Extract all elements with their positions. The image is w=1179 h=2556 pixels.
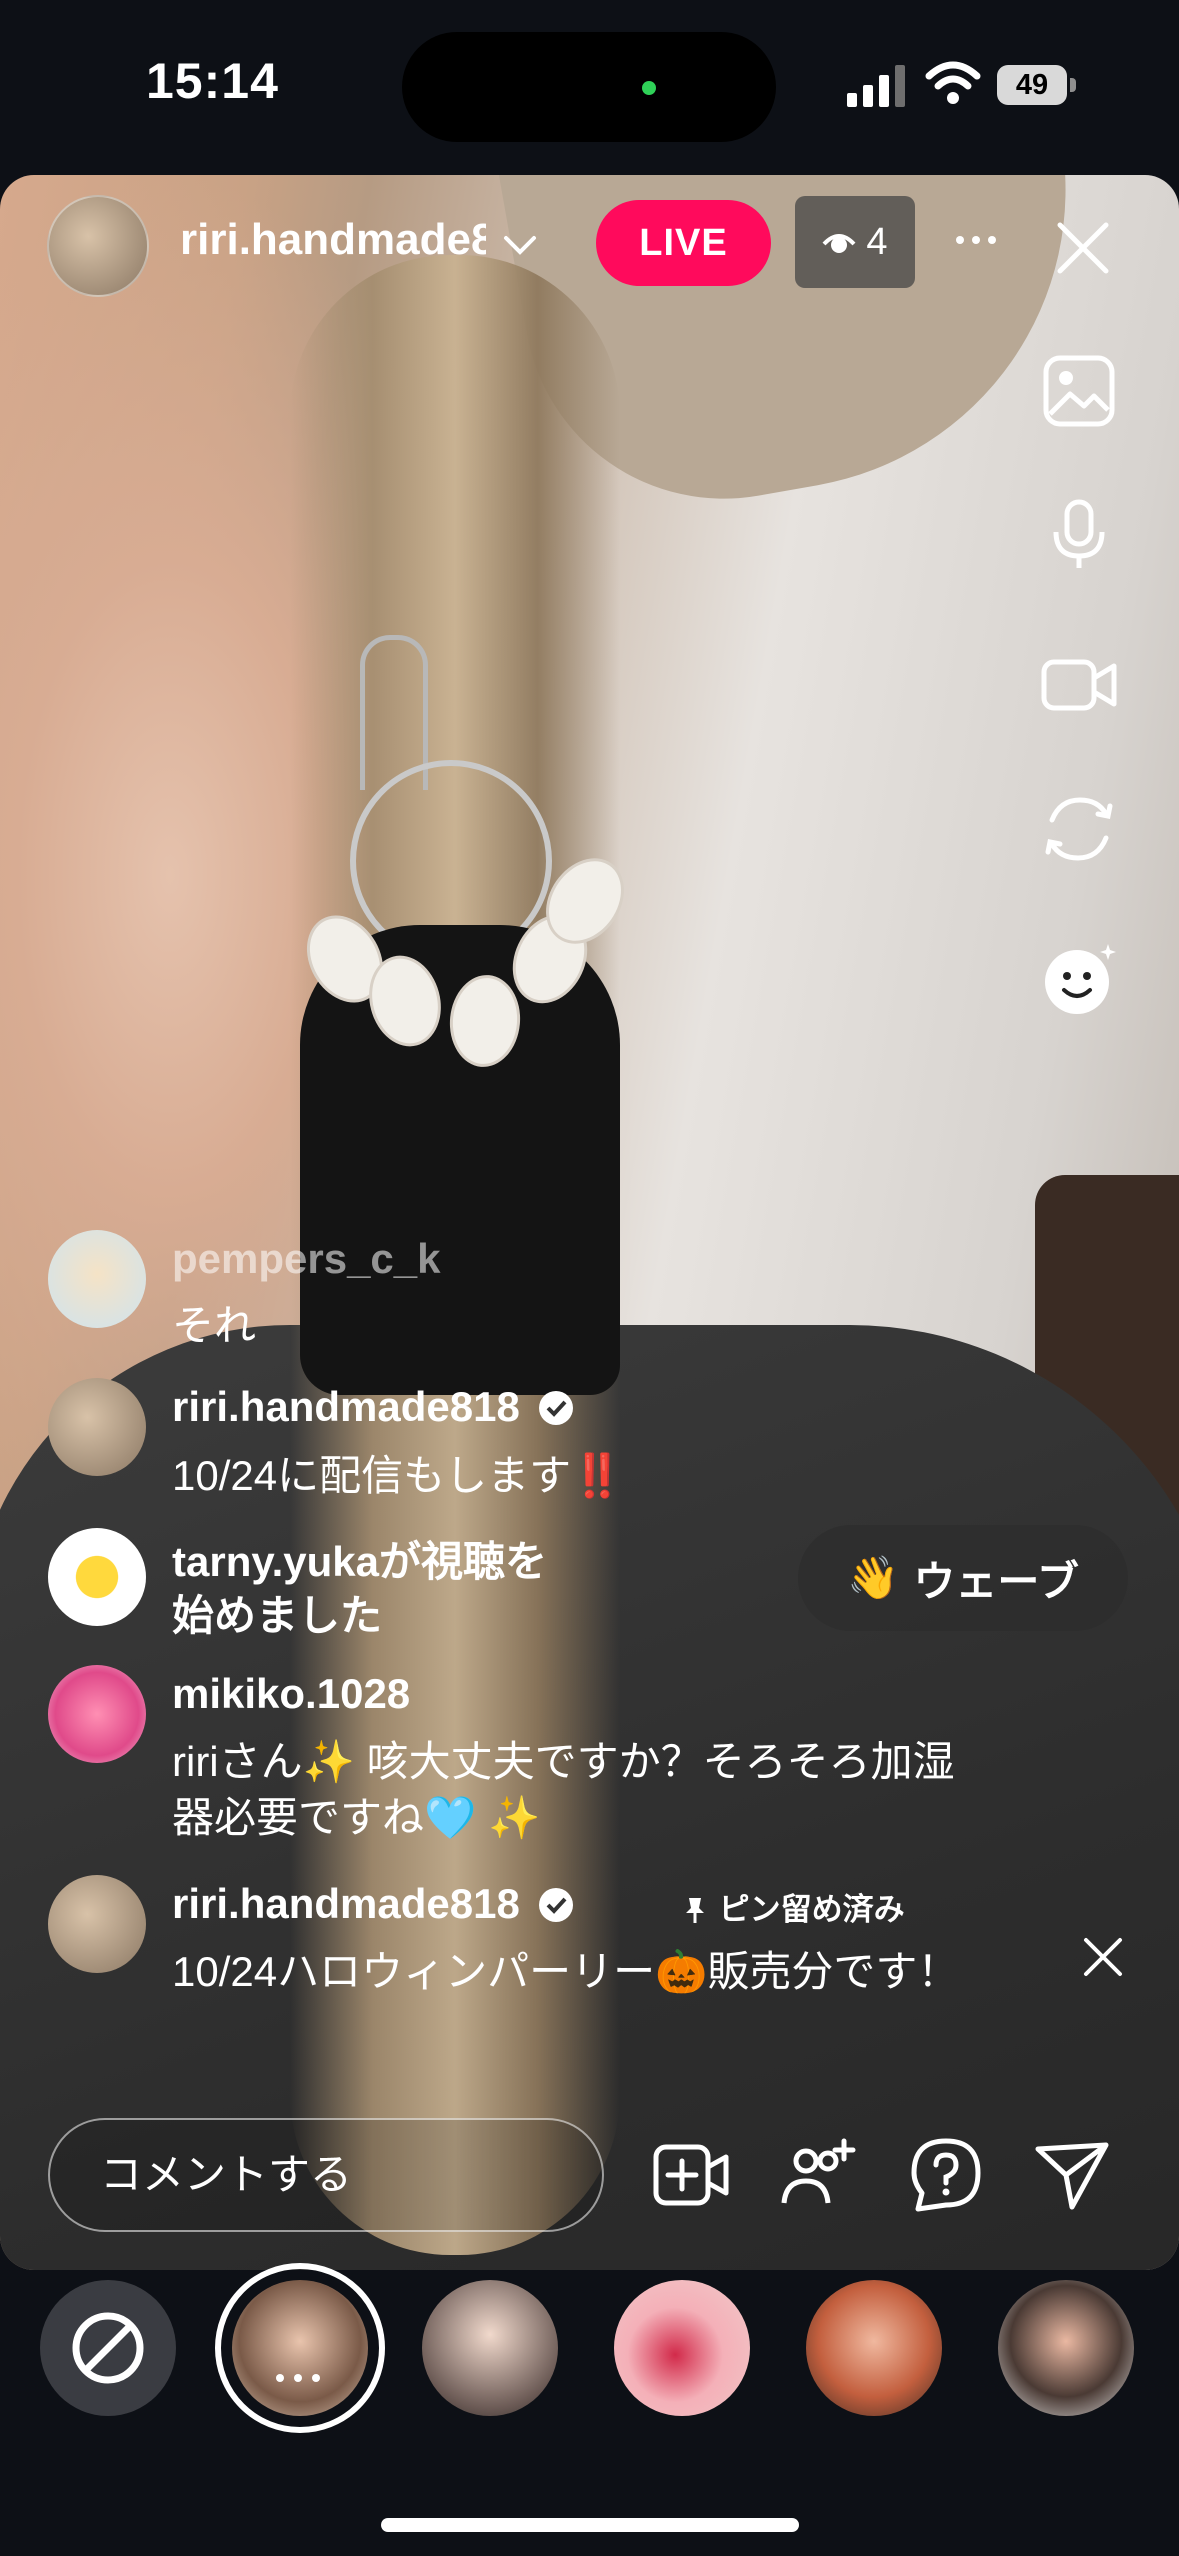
comment-text: それ bbox=[172, 1302, 257, 1349]
effects-face-icon[interactable] bbox=[1040, 940, 1118, 1018]
pin-icon bbox=[686, 1898, 704, 1923]
no-filter-button[interactable] bbox=[40, 2280, 176, 2416]
cellular-signal-icon bbox=[847, 65, 905, 107]
pinned-label: ピン留め済み bbox=[718, 1892, 905, 1927]
comment-text: 10/24に配信もします‼️ bbox=[172, 1452, 624, 1499]
wifi-icon bbox=[925, 61, 981, 104]
comment-text-line2: 器必要ですね🩵 ✨ bbox=[172, 1794, 541, 1841]
wave-button[interactable]: 👋 ウェーブ bbox=[798, 1525, 1128, 1631]
dynamic-island bbox=[402, 32, 776, 142]
join-notice-line1: tarny.yukaが視聴を bbox=[172, 1538, 547, 1585]
close-icon[interactable] bbox=[1050, 215, 1116, 281]
disabled-icon bbox=[72, 2312, 144, 2384]
home-indicator bbox=[381, 2518, 799, 2532]
comment-avatar[interactable] bbox=[48, 1378, 146, 1476]
comment-username[interactable]: mikiko.1028 bbox=[172, 1670, 410, 1718]
comment-avatar[interactable] bbox=[48, 1875, 146, 1973]
selected-filter-ring bbox=[215, 2263, 385, 2433]
join-notice-line2: 始めました bbox=[172, 1592, 383, 1639]
gallery-icon[interactable] bbox=[1040, 352, 1118, 430]
comment-username[interactable]: pempers_c_k bbox=[172, 1235, 441, 1283]
filter-option[interactable] bbox=[998, 2280, 1134, 2416]
host-avatar[interactable] bbox=[47, 195, 149, 297]
comment-avatar[interactable] bbox=[48, 1230, 146, 1328]
camera-indicator bbox=[642, 81, 656, 95]
wave-label: ウェーブ bbox=[913, 1557, 1079, 1605]
invite-guest-icon[interactable] bbox=[778, 2135, 858, 2215]
filter-option[interactable] bbox=[422, 2280, 558, 2416]
host-username[interactable]: riri.handmade818 bbox=[180, 215, 486, 265]
flip-camera-icon[interactable] bbox=[1040, 790, 1118, 868]
live-badge: LIVE bbox=[596, 200, 771, 286]
pinned-comment-text: 10/24ハロウィンパーリー🎃販売分です！ bbox=[172, 1948, 960, 1995]
status-time: 15:14 bbox=[146, 53, 279, 109]
more-options-button[interactable] bbox=[956, 225, 1006, 255]
comment-avatar[interactable] bbox=[48, 1528, 146, 1626]
comment-avatar[interactable] bbox=[48, 1665, 146, 1763]
video-camera-icon[interactable] bbox=[1040, 646, 1118, 724]
filter-option[interactable] bbox=[806, 2280, 942, 2416]
status-bar: 15:14 49 bbox=[0, 0, 1179, 175]
viewer-count-button[interactable]: 4 bbox=[795, 196, 915, 288]
comment-username[interactable]: riri.handmade818 bbox=[172, 1383, 520, 1430]
pinned-indicator: ピン留め済み bbox=[680, 1884, 905, 1929]
comment-field[interactable] bbox=[48, 2118, 604, 2232]
close-icon[interactable] bbox=[1078, 1932, 1128, 1982]
filter-option[interactable] bbox=[614, 2280, 750, 2416]
comment-username[interactable]: riri.handmade818 bbox=[172, 1880, 520, 1927]
eye-icon bbox=[822, 234, 856, 253]
comment-text-line1: ririさん✨ 咳大丈夫ですか？そろそろ加湿 bbox=[172, 1738, 955, 1785]
comment-input[interactable] bbox=[50, 2120, 602, 2230]
add-video-icon[interactable] bbox=[652, 2135, 732, 2215]
verified-badge-icon bbox=[539, 1888, 574, 1922]
question-icon[interactable] bbox=[906, 2135, 986, 2215]
comment-username-row: riri.handmade818 bbox=[172, 1383, 575, 1431]
viewer-count: 4 bbox=[866, 220, 888, 263]
microphone-icon[interactable] bbox=[1040, 496, 1118, 574]
send-icon[interactable] bbox=[1032, 2135, 1112, 2215]
verified-badge-icon bbox=[539, 1391, 574, 1425]
battery-icon: 49 bbox=[997, 65, 1077, 105]
chevron-down-icon[interactable] bbox=[500, 225, 540, 265]
comment-username-row: riri.handmade818 bbox=[172, 1880, 575, 1928]
wave-hand-icon: 👋 bbox=[847, 1553, 900, 1601]
battery-level: 49 bbox=[997, 65, 1067, 105]
